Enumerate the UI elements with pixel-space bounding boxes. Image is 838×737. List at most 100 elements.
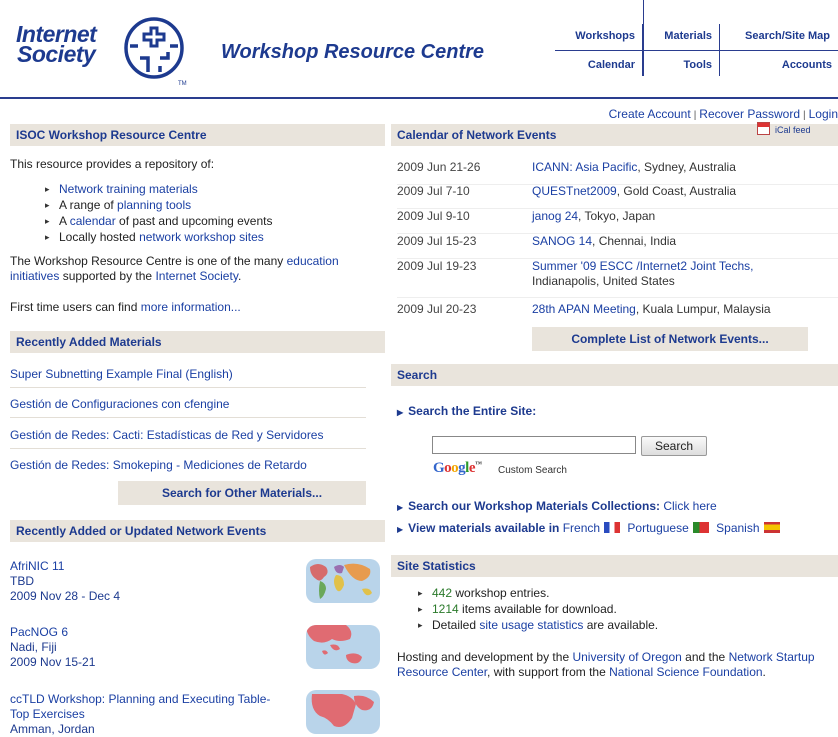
- nav-materials[interactable]: Materials: [643, 24, 712, 49]
- university-of-oregon-link[interactable]: University of Oregon: [572, 650, 681, 664]
- logo-text-society: Society: [17, 41, 96, 67]
- list-item: A calendar of past and upcoming events: [45, 213, 375, 229]
- list-item: Super Subnetting Example Final (English): [10, 361, 366, 388]
- logo-tm: TM: [178, 81, 187, 87]
- click-here-link[interactable]: Click here: [663, 499, 716, 513]
- items-count: 1214: [432, 602, 459, 616]
- intro-list: Network training materials A range of pl…: [45, 181, 375, 245]
- account-links: Create Account | Recover Password | Login: [608, 107, 838, 121]
- event-date: 2009 Jul 19-23: [397, 259, 477, 273]
- top-navigation: Workshops Materials Search/Site Map Cale…: [555, 0, 838, 78]
- event-link[interactable]: QUESTnet2009: [532, 184, 617, 198]
- nav-accounts[interactable]: Accounts: [720, 53, 832, 78]
- event-item: PacNOG 6 Nadi, Fiji 2009 Nov 15-21: [10, 625, 380, 670]
- table-row: 2009 Jul 9-10 janog 24, Tokyo, Japan: [397, 209, 838, 234]
- table-row: 2009 Jul 20-23 28th APAN Meeting, Kuala …: [397, 302, 838, 326]
- event-desc: ICANN: Asia Pacific, Sydney, Australia: [532, 160, 736, 174]
- list-item: Gestión de Redes: Smokeping - Mediciones…: [10, 452, 366, 478]
- section-header-search: Search: [391, 364, 838, 386]
- list-item: 1214 items available for download.: [418, 601, 818, 617]
- internet-society-logo[interactable]: Internet Society TM: [16, 12, 198, 88]
- material-link[interactable]: Gestión de Configuraciones con cfengine: [10, 397, 229, 411]
- search-entire-site-label: ▶ Search the Entire Site:: [397, 404, 537, 418]
- languages-line: ▶ View materials available in French Port…: [397, 521, 780, 537]
- section-header-recently-added-materials: Recently Added Materials: [10, 331, 385, 353]
- section-header-recently-added-events: Recently Added or Updated Network Events: [10, 520, 385, 542]
- list-item: 442 workshop entries.: [418, 585, 818, 601]
- table-row: 2009 Jul 7-10 QUESTnet2009, Gold Coast, …: [397, 184, 838, 209]
- internet-society-link[interactable]: Internet Society: [155, 269, 238, 283]
- complete-list-button[interactable]: Complete List of Network Events...: [532, 327, 808, 351]
- search-input[interactable]: [432, 436, 636, 454]
- spanish-link[interactable]: Spanish: [716, 521, 759, 535]
- french-flag-icon: [604, 522, 621, 533]
- event-desc: 28th APAN Meeting, Kuala Lumpur, Malaysi…: [532, 302, 771, 316]
- event-item: ccTLD Workshop: Planning and Executing T…: [10, 690, 380, 737]
- event-name-link[interactable]: PacNOG 6: [10, 625, 68, 639]
- planning-tools-link[interactable]: planning tools: [117, 198, 191, 212]
- nav-tools[interactable]: Tools: [643, 53, 712, 78]
- list-item: Gestión de Configuraciones con cfengine: [10, 391, 366, 418]
- middle-east-map-icon[interactable]: [306, 690, 380, 734]
- intro-paragraph: The Workshop Resource Centre is one of t…: [10, 254, 339, 283]
- network-workshop-sites-link[interactable]: network workshop sites: [139, 230, 264, 244]
- more-information-link[interactable]: more information...: [141, 300, 241, 314]
- header-divider: [0, 97, 838, 99]
- collections-line: ▶ Search our Workshop Materials Collectio…: [397, 499, 717, 513]
- first-time-paragraph: First time users can find more informati…: [10, 300, 241, 314]
- table-row: 2009 Jul 19-23 Summer '09 ESCC /Internet…: [397, 259, 838, 298]
- login-link[interactable]: Login: [809, 107, 838, 121]
- network-training-materials-link[interactable]: Network training materials: [59, 182, 198, 196]
- french-link[interactable]: French: [563, 521, 600, 535]
- event-link[interactable]: janog 24: [532, 209, 578, 223]
- calendar-link[interactable]: calendar: [70, 214, 116, 228]
- site-usage-statistics-link[interactable]: site usage statistics: [479, 618, 583, 632]
- event-link[interactable]: Summer '09 ESCC /Internet2 Joint Techs,: [532, 259, 754, 273]
- search-button[interactable]: Search: [641, 436, 707, 456]
- nsf-link[interactable]: National Science Foundation: [609, 665, 762, 679]
- asia-pacific-map-icon[interactable]: [306, 625, 380, 669]
- calendar-icon: [757, 122, 770, 135]
- world-map-icon[interactable]: [306, 559, 380, 603]
- portuguese-link[interactable]: Portuguese: [627, 521, 688, 535]
- event-date: 2009 Jul 9-10: [397, 209, 470, 223]
- material-link[interactable]: Super Subnetting Example Final (English): [10, 367, 233, 381]
- event-date: 2009 Jul 7-10: [397, 184, 470, 198]
- material-link[interactable]: Gestión de Redes: Smokeping - Mediciones…: [10, 458, 307, 472]
- section-header-isoc-workshop-resource-centre: ISOC Workshop Resource Centre: [10, 124, 385, 146]
- nav-workshops[interactable]: Workshops: [555, 24, 635, 49]
- list-item: Gestión de Redes: Cacti: Estadísticas de…: [10, 422, 366, 449]
- google-logo: Google™: [433, 460, 482, 476]
- table-row: 2009 Jul 15-23 SANOG 14, Chennai, India: [397, 234, 838, 259]
- search-other-materials-button[interactable]: Search for Other Materials...: [118, 481, 366, 505]
- event-date: 2009 Jun 21-26: [397, 160, 481, 174]
- event-name-link[interactable]: AfriNIC 11: [10, 559, 64, 573]
- intro-lead: This resource provides a repository of:: [10, 157, 215, 171]
- recover-password-link[interactable]: Recover Password: [699, 107, 800, 121]
- event-desc: Summer '09 ESCC /Internet2 Joint Techs, I…: [532, 259, 754, 288]
- event-name-link[interactable]: ccTLD Workshop: Planning and Executing T…: [10, 692, 270, 706]
- event-item: AfriNIC 11 TBD 2009 Nov 28 - Dec 4: [10, 559, 380, 604]
- entries-count: 442: [432, 586, 453, 600]
- material-link[interactable]: Gestión de Redes: Cacti: Estadísticas de…: [10, 428, 323, 442]
- event-desc: janog 24, Tokyo, Japan: [532, 209, 656, 223]
- event-link[interactable]: 28th APAN Meeting: [532, 302, 636, 316]
- event-date: 2009 Jul 20-23: [397, 302, 477, 316]
- site-title: Workshop Resource Centre: [221, 41, 485, 63]
- nav-search-site-map[interactable]: Search/Site Map: [720, 24, 830, 49]
- nav-calendar[interactable]: Calendar: [555, 53, 635, 78]
- event-name-link-cont[interactable]: Top Exercises: [10, 707, 85, 721]
- list-item: Network training materials: [45, 181, 375, 197]
- event-link[interactable]: SANOG 14: [532, 234, 592, 248]
- portuguese-flag-icon: [692, 522, 709, 533]
- event-desc: SANOG 14, Chennai, India: [532, 234, 677, 248]
- section-header-site-statistics: Site Statistics: [391, 555, 838, 577]
- event-date: 2009 Jul 15-23: [397, 234, 477, 248]
- hosting-paragraph: Hosting and development by the Universit…: [397, 650, 815, 679]
- ical-feed-link[interactable]: iCal feed: [757, 122, 811, 135]
- event-link[interactable]: ICANN: Asia Pacific: [532, 160, 637, 174]
- create-account-link[interactable]: Create Account: [609, 107, 691, 121]
- event-desc: QUESTnet2009, Gold Coast, Australia: [532, 184, 737, 198]
- globe-icon: TM: [124, 17, 187, 87]
- site-header: Internet Society TM Workshop Resource Ce…: [0, 0, 838, 100]
